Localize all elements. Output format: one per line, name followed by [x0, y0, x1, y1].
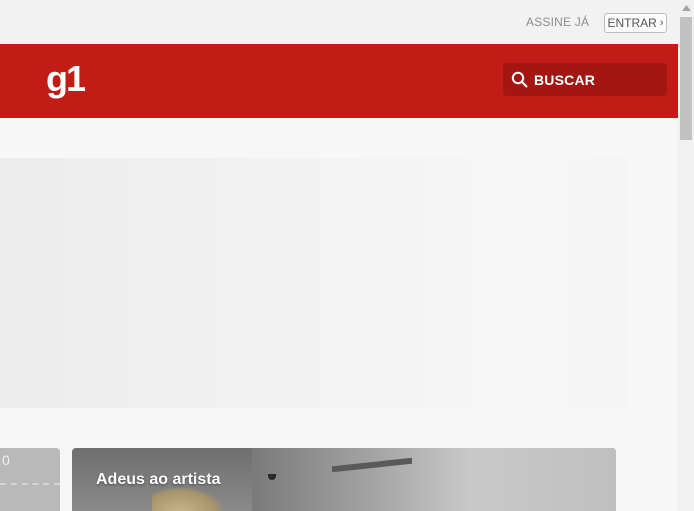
g1-logo-text: g1: [46, 62, 86, 99]
scroll-up-arrow-icon[interactable]: [678, 0, 694, 16]
top-bar: ASSINE JÁ ENTRAR ›: [0, 0, 678, 44]
search-label: BUSCAR: [534, 71, 596, 88]
card-photo: [252, 448, 616, 511]
search-button[interactable]: BUSCAR: [503, 63, 667, 96]
news-card-main[interactable]: Adeus ao artista: [72, 448, 616, 511]
card-partial-number: 0: [2, 452, 10, 468]
login-button[interactable]: ENTRAR ›: [604, 13, 667, 33]
search-icon: [511, 71, 528, 88]
chevron-right-icon: ›: [659, 17, 664, 29]
g1-logo[interactable]: g1: [46, 62, 90, 102]
subscribe-link[interactable]: ASSINE JÁ: [526, 15, 589, 29]
login-label: ENTRAR: [607, 16, 657, 30]
scrollbar-thumb[interactable]: [680, 17, 692, 140]
ad-placeholder: [0, 158, 628, 408]
news-card-partial[interactable]: 0: [0, 448, 60, 511]
card-title: Adeus ao artista: [96, 471, 221, 488]
card-divider: [0, 483, 60, 485]
site-header: g1 BUSCAR: [0, 44, 678, 118]
card-photo-sculpture: [152, 488, 222, 511]
vertical-scrollbar[interactable]: [678, 0, 694, 511]
